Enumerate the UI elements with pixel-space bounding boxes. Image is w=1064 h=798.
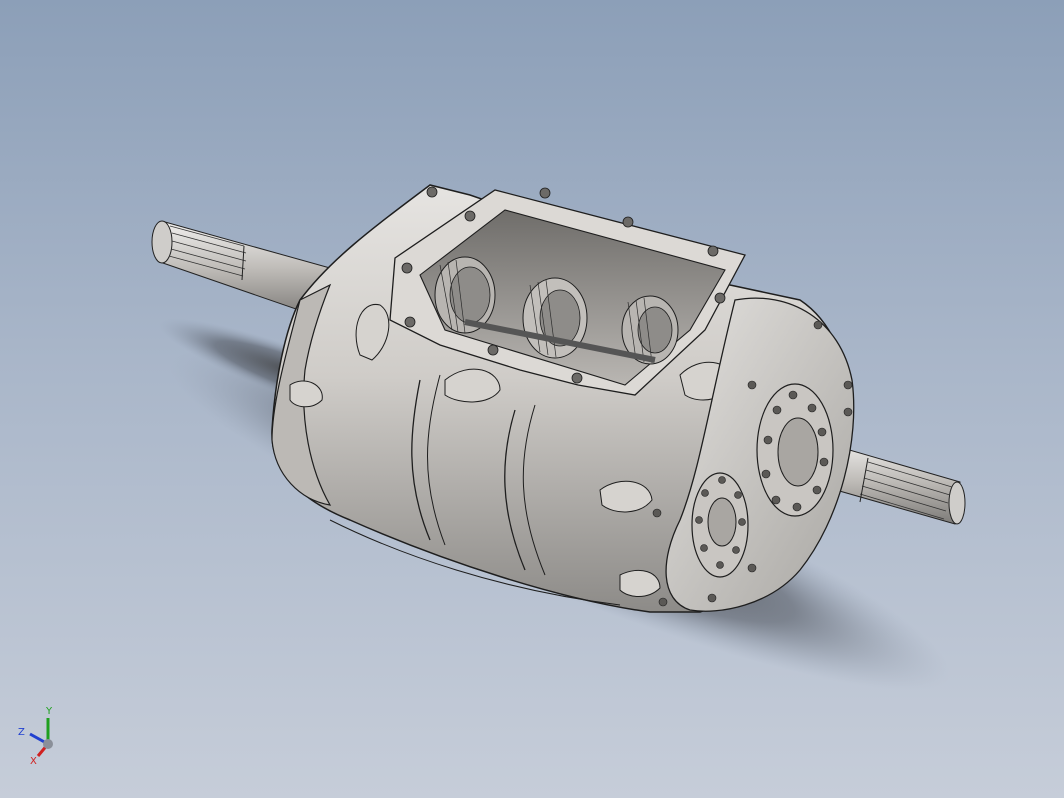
- x-axis-label: X: [30, 756, 37, 767]
- triad-origin: [43, 739, 53, 749]
- coordinate-triad[interactable]: Y Z X: [12, 700, 72, 770]
- gearbox-model[interactable]: [0, 0, 1064, 798]
- gear-1[interactable]: [434, 256, 496, 334]
- y-axis-label: Y: [45, 706, 53, 717]
- z-axis-label: Z: [18, 727, 25, 738]
- graphics-viewport[interactable]: Y Z X: [0, 0, 1064, 798]
